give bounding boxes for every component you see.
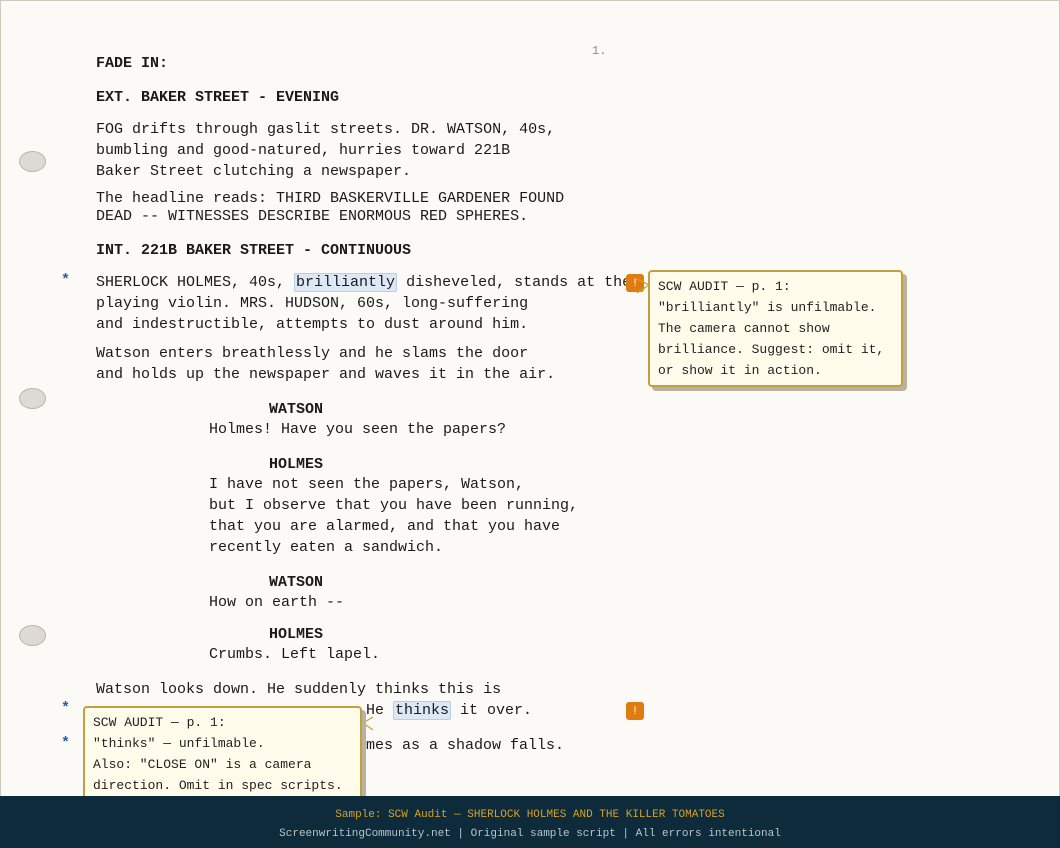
- audit-note-line: or show it in action.: [658, 363, 822, 378]
- dialogue-line: Holmes! Have you seen the papers?: [209, 421, 507, 438]
- audit-note[interactable]: SCW AUDIT — p. 1: "thinks" — unfilmable.…: [83, 706, 362, 796]
- action-line: The headline reads: THIRD BASKERVILLE GA…: [96, 190, 565, 207]
- audit-note-line: direction. Omit in spec scripts.: [93, 778, 343, 793]
- flagged-word-highlight[interactable]: brilliantly: [294, 273, 398, 292]
- punch-hole: [19, 388, 46, 409]
- action-text: it over.: [451, 702, 533, 719]
- dialogue-line: that you are alarmed, and that you have: [209, 518, 561, 535]
- action-line: He thinks it over.: [366, 700, 532, 721]
- action-line: Watson looks down. He suddenly thinks th…: [96, 681, 502, 698]
- action-line: FOG drifts through gaslit streets. DR. W…: [96, 121, 556, 138]
- dialogue-line: but I observe that you have been running…: [209, 497, 579, 514]
- action-line: SHERLOCK HOLMES, 40s, brilliantly dishev…: [96, 272, 631, 293]
- punch-hole: [19, 625, 46, 646]
- scene-heading: EXT. BAKER STREET - EVENING: [96, 89, 340, 106]
- action-line: Watson enters breathlessly and he slams …: [96, 345, 529, 362]
- dialogue-line: Crumbs. Left lapel.: [209, 646, 381, 663]
- action-line: DEAD -- WITNESSES DESCRIBE ENORMOUS RED …: [96, 208, 529, 225]
- action-line: Baker Street clutching a newspaper.: [96, 163, 412, 180]
- note-pointer-icon: [361, 716, 374, 731]
- page-number: 1.: [592, 44, 607, 58]
- footer-credits: ScreenwritingCommunity.net | Original sa…: [279, 828, 781, 840]
- audit-note-line: The camera cannot show: [658, 321, 830, 336]
- script-page: 1. FADE IN: EXT. BAKER STREET - EVENING …: [0, 0, 1060, 796]
- action-text: disheveled, stands at the: [397, 274, 632, 291]
- character-name: HOLMES: [269, 456, 324, 473]
- audit-note[interactable]: SCW AUDIT — p. 1: "brilliantly" is unfil…: [648, 270, 903, 387]
- revision-mark: *: [61, 735, 71, 752]
- footer-title: Sample: SCW Audit — SHERLOCK HOLMES AND …: [335, 809, 725, 821]
- action-line: mes as a shadow falls.: [366, 737, 565, 754]
- footer-bar: Sample: SCW Audit — SHERLOCK HOLMES AND …: [0, 796, 1060, 848]
- audit-note-line: SCW AUDIT — p. 1:: [93, 715, 226, 730]
- dialogue-line: I have not seen the papers, Watson,: [209, 476, 525, 493]
- audit-note-line: "brilliantly" is unfilmable.: [658, 300, 877, 315]
- character-name: WATSON: [269, 401, 324, 418]
- action-text: SHERLOCK HOLMES, 40s,: [96, 274, 295, 291]
- character-name: WATSON: [269, 574, 324, 591]
- audit-note-line: SCW AUDIT — p. 1:: [658, 279, 791, 294]
- dialogue-line: recently eaten a sandwich.: [209, 539, 444, 556]
- flagged-word-highlight[interactable]: thinks: [393, 701, 452, 720]
- audit-note-line: Also: "CLOSE ON" is a camera: [93, 757, 312, 772]
- fade-in: FADE IN:: [96, 55, 169, 72]
- audit-note-line: brilliance. Suggest: omit it,: [658, 342, 885, 357]
- audit-note-line: "thinks" — unfilmable.: [93, 736, 265, 751]
- action-line: bumbling and good-natured, hurries towar…: [96, 142, 511, 159]
- character-name: HOLMES: [269, 626, 324, 643]
- action-line: and holds up the newspaper and waves it …: [96, 366, 556, 383]
- action-line: playing violin. MRS. HUDSON, 60s, long-s…: [96, 295, 529, 312]
- punch-hole: [19, 151, 46, 172]
- revision-mark: *: [61, 272, 71, 289]
- scene-heading: INT. 221B BAKER STREET - CONTINUOUS: [96, 242, 412, 259]
- audit-alert-icon[interactable]: !: [626, 702, 644, 720]
- action-line: and indestructible, attempts to dust aro…: [96, 316, 529, 333]
- dialogue-line: How on earth --: [209, 594, 345, 611]
- revision-mark: *: [61, 700, 71, 717]
